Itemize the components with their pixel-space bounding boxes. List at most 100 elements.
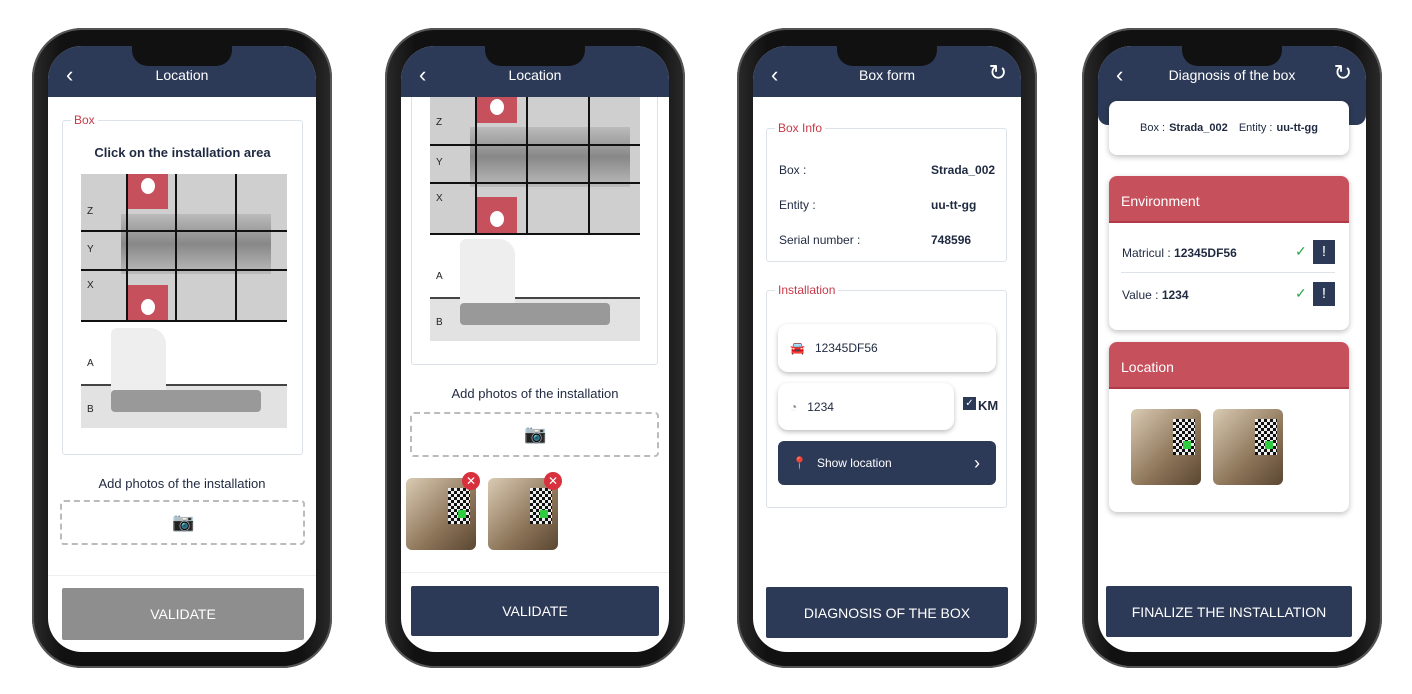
validate-button[interactable]: VALIDATE xyxy=(411,586,659,636)
page-title: Box form xyxy=(858,67,915,83)
phone-location-empty: ‹ Location Box Click on the installation… xyxy=(32,28,332,668)
camera-icon: 📷 xyxy=(172,512,195,532)
alert-button[interactable]: ! xyxy=(1313,282,1335,306)
marker xyxy=(458,510,466,518)
environment-header: Environment xyxy=(1109,176,1349,223)
side-label-b: B xyxy=(87,404,94,415)
grid-line xyxy=(81,320,287,322)
truck-top-view xyxy=(121,214,271,274)
value-row: Value : 1234 xyxy=(1122,288,1189,302)
add-photo-button[interactable]: 📷 xyxy=(60,500,305,545)
marker xyxy=(540,510,548,518)
serial-value: 748596 xyxy=(931,233,972,247)
instruction: Click on the installation area xyxy=(94,145,271,160)
plate-value: 12345DF56 xyxy=(814,341,878,355)
page-title: Location xyxy=(155,67,209,83)
km-input[interactable]: ◔ 1234 xyxy=(778,383,954,430)
grid-label-x: X xyxy=(87,280,94,291)
page-title: Location xyxy=(508,67,562,83)
zone-marker-z[interactable] xyxy=(477,97,517,123)
top-view-grid[interactable]: Z Y X xyxy=(81,174,287,322)
remove-photo-icon[interactable]: ✕ xyxy=(462,472,480,490)
notch xyxy=(837,46,937,66)
grid-label-x: X xyxy=(436,193,443,204)
side-label-a: A xyxy=(87,358,94,369)
location-card: Location xyxy=(1109,342,1349,512)
box-info-legend: Box Info xyxy=(775,121,826,135)
alert-button[interactable]: ! xyxy=(1313,240,1335,264)
entity-value: uu-tt-gg xyxy=(1276,122,1318,134)
location-header: Location xyxy=(1109,342,1349,389)
entity-label: Entity : xyxy=(1238,122,1273,134)
sensor-icon xyxy=(490,99,504,115)
location-pin-icon: 📍 xyxy=(792,456,807,470)
grid-label-z: Z xyxy=(87,206,94,217)
photos-label: Add photos of the installation xyxy=(98,476,266,491)
remove-photo-icon[interactable]: ✕ xyxy=(544,472,562,490)
diagnosis-button[interactable]: DIAGNOSIS OF THE BOX xyxy=(766,587,1008,638)
add-photo-button[interactable]: 📷 xyxy=(410,412,659,457)
installation-legend: Installation xyxy=(775,283,839,297)
value-value: 1234 xyxy=(1161,288,1189,302)
validate-button[interactable]: VALIDATE xyxy=(62,588,304,640)
photo-thumbnail[interactable] xyxy=(488,478,558,550)
grid-label-y: Y xyxy=(87,244,94,255)
km-checkbox[interactable]: ✓ xyxy=(963,397,976,410)
marker xyxy=(1265,441,1273,449)
photos-label: Add photos of the installation xyxy=(451,386,619,401)
truck-chassis xyxy=(111,390,261,412)
phone-diagnosis: ‹ Diagnosis of the box ↻ Box : Strada_002… xyxy=(1082,28,1382,668)
notch xyxy=(1182,46,1282,66)
side-label-b: B xyxy=(436,317,443,328)
plate-input[interactable]: 🚘 12345DF56 xyxy=(778,324,996,372)
box-info-fieldset: Box Info Box : Strada_002 Entity : uu-tt… xyxy=(766,121,1007,262)
tv xyxy=(530,488,552,524)
marker xyxy=(1183,441,1191,449)
box-label: Box : xyxy=(779,163,807,177)
sensor-icon xyxy=(141,299,155,315)
footer-divider xyxy=(401,572,669,573)
matricul-label: Matricul : xyxy=(1122,246,1171,260)
entity-label: Entity : xyxy=(779,198,816,212)
box-value: Strada_002 xyxy=(931,163,996,177)
speedometer-icon: ◔ xyxy=(790,399,798,414)
check-icon: ✓ xyxy=(1295,243,1307,259)
grid-line xyxy=(526,97,528,234)
photo-thumbnail[interactable] xyxy=(1131,409,1201,485)
refresh-icon[interactable]: ↻ xyxy=(989,60,1007,86)
phone-box-form: ‹ Box form ↻ Box Info Box : Strada_002 E… xyxy=(737,28,1037,668)
show-location-button[interactable]: 📍 Show location › xyxy=(778,441,996,485)
value-label: Value : xyxy=(1122,288,1159,302)
grid-line xyxy=(81,230,287,232)
box-label: Box : xyxy=(1139,122,1166,134)
notch xyxy=(132,46,232,66)
environment-card: Environment Matricul : 12345DF56 ✓ ! Val… xyxy=(1109,176,1349,330)
zone-marker-x[interactable] xyxy=(128,285,168,320)
finalize-button[interactable]: FINALIZE THE INSTALLATION xyxy=(1106,586,1352,637)
grid-line xyxy=(430,182,640,184)
entity-value: uu-tt-gg xyxy=(931,198,977,212)
zone-marker-z[interactable] xyxy=(128,174,168,209)
car-icon: 🚘 xyxy=(790,341,805,355)
side-view[interactable]: A B xyxy=(81,328,287,428)
box-value: Strada_002 xyxy=(1169,122,1228,134)
refresh-icon[interactable]: ↻ xyxy=(1334,60,1352,86)
photo-thumbnail[interactable] xyxy=(1213,409,1283,485)
phone-location-photos: Z Y X A B ‹ Location Add photos of the i… xyxy=(385,28,685,668)
top-view-grid[interactable]: Z Y X xyxy=(430,97,640,235)
serial-label: Serial number : xyxy=(779,233,861,247)
chevron-right-icon: › xyxy=(974,452,980,473)
grid-line xyxy=(588,97,590,234)
footer-divider xyxy=(48,575,316,576)
grid-line xyxy=(81,269,287,271)
matricul-row: Matricul : 12345DF56 xyxy=(1122,246,1237,260)
zone-marker-x[interactable] xyxy=(477,197,517,233)
truck-cab xyxy=(111,328,166,398)
check-icon: ✓ xyxy=(1295,285,1307,301)
box-fieldset: Box Click on the installation area Z Y X… xyxy=(62,113,303,455)
photo-thumbnail[interactable] xyxy=(406,478,476,550)
screen: ‹ Location Box Click on the installation… xyxy=(48,46,316,652)
box-fieldset: Z Y X A B xyxy=(411,66,658,365)
notch xyxy=(485,46,585,66)
side-view[interactable]: A B xyxy=(430,239,640,341)
